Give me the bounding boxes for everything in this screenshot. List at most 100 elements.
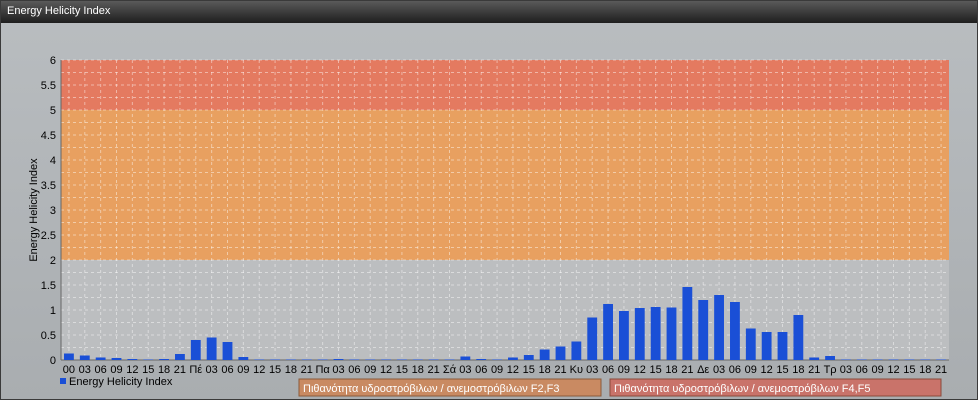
x-tick-label: 15 [523, 364, 535, 376]
bar [270, 359, 280, 360]
x-tick-label: 12 [126, 364, 138, 376]
y-tick-label: 6 [50, 55, 56, 67]
x-tick-label: 21 [428, 364, 440, 376]
bar [587, 317, 598, 360]
bar [333, 359, 344, 360]
bar [714, 295, 724, 360]
x-tick-label: 06 [475, 364, 487, 376]
x-tick-label: 00 [63, 364, 75, 376]
bar [95, 357, 106, 360]
bar [936, 359, 946, 360]
x-tick-label: 21 [174, 364, 186, 376]
bar [603, 304, 613, 360]
y-tick-label: 3.5 [41, 180, 56, 192]
bar [222, 342, 233, 360]
bar [809, 357, 820, 360]
x-tick-label: 09 [872, 364, 884, 376]
bar [571, 341, 582, 360]
bar [650, 307, 661, 360]
bar [492, 359, 502, 360]
y-tick-label: 0.5 [41, 330, 56, 342]
y-tick-label: 5 [50, 105, 56, 117]
bar [698, 300, 709, 360]
x-tick-label: 15 [396, 364, 408, 376]
bar [619, 311, 629, 360]
x-tick-label: 06 [729, 364, 741, 376]
x-tick-label: 06 [602, 364, 614, 376]
x-tick-label: 12 [380, 364, 392, 376]
bar [904, 359, 915, 360]
bar [920, 359, 931, 360]
x-tick-label: 18 [412, 364, 424, 376]
bar [428, 359, 439, 360]
x-tick-label: 03 [586, 364, 598, 376]
x-tick-label: 06 [221, 364, 233, 376]
bar [634, 308, 645, 360]
y-tick-label: 1 [50, 305, 56, 317]
bar [412, 359, 423, 360]
bar [745, 328, 756, 360]
bar [317, 359, 328, 360]
bar [254, 359, 265, 360]
x-tick-label: Πέ [189, 364, 202, 376]
x-tick-label: 15 [776, 364, 788, 376]
x-tick-label: 12 [887, 364, 899, 376]
x-tick-label: 18 [285, 364, 297, 376]
bar [190, 340, 201, 360]
bar [539, 349, 550, 360]
bar [175, 354, 185, 360]
bar [666, 307, 677, 360]
bar [397, 359, 407, 360]
bar [508, 357, 518, 360]
bar [856, 359, 867, 360]
bar [238, 357, 249, 360]
x-tick-label: 06 [856, 364, 868, 376]
x-tick-label: 09 [618, 364, 630, 376]
x-tick-label: 18 [665, 364, 677, 376]
x-tick-label: Κυ [570, 364, 583, 376]
bar [841, 359, 851, 360]
bar [888, 359, 899, 360]
bar [365, 359, 376, 360]
x-tick-label: 15 [903, 364, 915, 376]
x-tick-label: 03 [840, 364, 852, 376]
x-tick-label: 12 [507, 364, 519, 376]
y-tick-label: 4 [50, 155, 56, 167]
bar [111, 358, 122, 360]
y-axis-label: Energy Helicity Index [28, 158, 40, 262]
x-tick-label: 12 [634, 364, 646, 376]
x-tick-label: 21 [681, 364, 693, 376]
x-tick-label: 09 [364, 364, 376, 376]
x-tick-label: 03 [79, 364, 91, 376]
bar [793, 315, 804, 360]
bar [301, 359, 312, 360]
x-tick-label: 03 [206, 364, 218, 376]
chart-canvas: 00.511.522.533.544.555.56 00 03 06 09 12 15 18… [28, 55, 949, 397]
x-tick-label: 18 [539, 364, 551, 376]
y-tick-label: 5.5 [41, 80, 56, 92]
x-tick-label: 03 [332, 364, 344, 376]
bar [127, 359, 138, 360]
bar [460, 356, 471, 360]
x-tick-label: Δε [697, 364, 709, 376]
x-tick-label: 15 [269, 364, 281, 376]
x-tick-label: 12 [253, 364, 265, 376]
x-tick-label: 06 [95, 364, 107, 376]
x-tick-label: 18 [792, 364, 804, 376]
x-tick-label: 09 [491, 364, 503, 376]
bar [159, 359, 169, 360]
x-tick-label: 03 [459, 364, 471, 376]
x-tick-label: 18 [158, 364, 170, 376]
x-tick-label: 03 [713, 364, 725, 376]
x-tick-label: 15 [650, 364, 662, 376]
x-tick-label: Πα [315, 364, 330, 376]
x-tick-label: Τρ [824, 364, 837, 376]
bar [523, 355, 534, 360]
bar [825, 356, 835, 360]
x-tick-label: 18 [919, 364, 931, 376]
bar [381, 359, 391, 360]
bar [286, 359, 296, 360]
bar [761, 332, 772, 360]
bar [777, 332, 788, 360]
x-tick-label: 21 [554, 364, 566, 376]
